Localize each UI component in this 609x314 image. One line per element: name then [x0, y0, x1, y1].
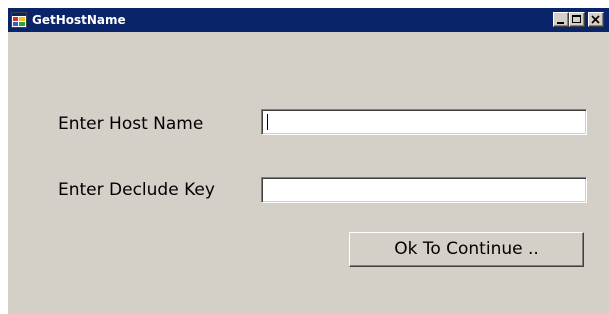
close-button[interactable] — [588, 12, 604, 27]
minimize-button[interactable] — [553, 12, 569, 27]
text-caret — [267, 114, 268, 130]
window-title: GetHostName — [32, 13, 126, 27]
host-name-input[interactable] — [261, 109, 587, 135]
gethostname-window: GetHostName Enter Host Name Enter Declud… — [8, 8, 609, 314]
host-name-label: Enter Host Name — [58, 114, 204, 134]
title-bar[interactable]: GetHostName — [8, 8, 609, 32]
windows-form-icon[interactable] — [11, 12, 27, 28]
ok-to-continue-button[interactable]: Ok To Continue .. — [349, 232, 584, 267]
declude-key-label: Enter Declude Key — [58, 180, 215, 200]
maximize-button[interactable] — [569, 12, 585, 27]
maximize-icon — [572, 15, 581, 23]
declude-key-input[interactable] — [261, 177, 587, 203]
close-icon — [591, 15, 600, 24]
minimize-icon — [557, 22, 564, 24]
